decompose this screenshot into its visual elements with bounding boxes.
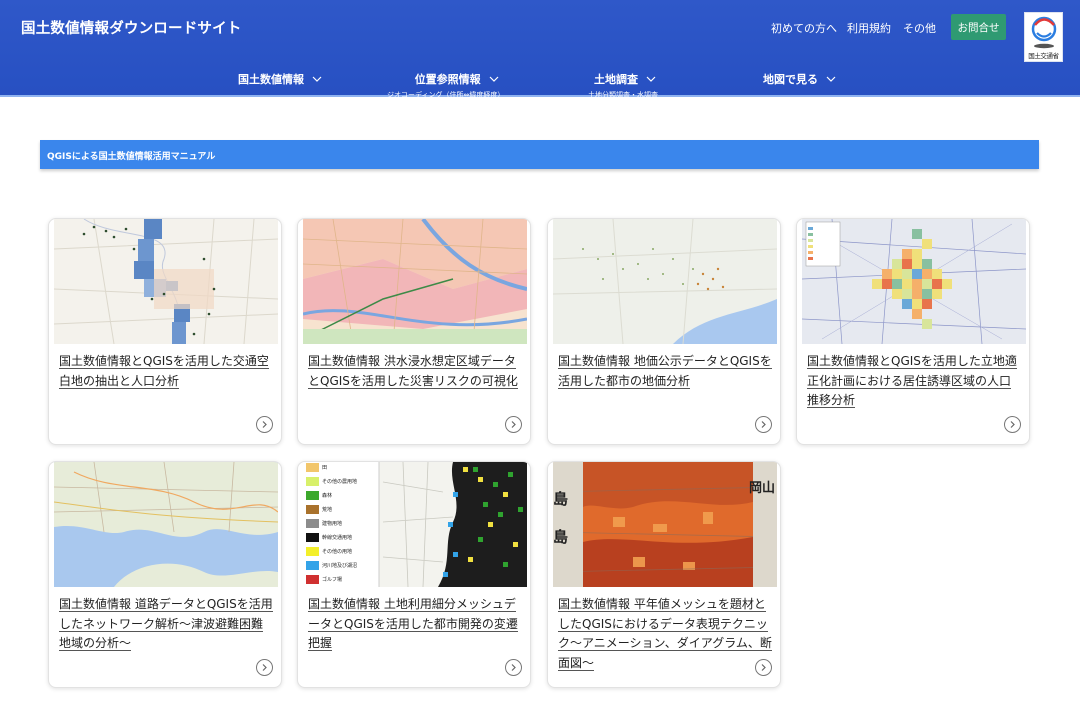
legend-label: 荒地 [322, 506, 332, 513]
section-title: QGISによる国土数値情報活用マニュアル [47, 152, 216, 162]
top-link-beginners[interactable]: 初めての方へ [771, 20, 837, 36]
contact-button[interactable]: お問合せ [951, 14, 1006, 40]
manual-card-2[interactable]: 国土数値情報 洪水浸水想定区域データとQGISを活用した災害リスクの可視化 [297, 218, 531, 445]
chevron-right-circle-icon[interactable] [755, 659, 772, 676]
chevron-right-circle-icon[interactable] [505, 416, 522, 433]
card-title-text[interactable]: 国土数値情報 平年値メッシュを題材としたQGISにおけるデータ表現テクニック〜ア… [558, 597, 772, 671]
card-title-text[interactable]: 国土数値情報 道路データとQGISを活用したネットワーク解析〜津波避難困難地域の… [59, 597, 273, 651]
chevron-down-icon [826, 76, 836, 82]
site-header: 国土数値情報ダウンロードサイト 初めての方へ 利用規約 その他 お問合せ 国土交… [0, 0, 1080, 100]
card-thumbnail-map [54, 219, 278, 344]
nav-kokudo-suuchi[interactable]: 国土数値情報 [238, 68, 322, 87]
legend-label: 幹線交通用地 [322, 534, 352, 541]
legend-label: その他の農用地 [322, 478, 357, 485]
manual-card-1[interactable]: 国土数値情報とQGISを活用した交通空白地の抽出と人口分析 [48, 218, 282, 445]
chevron-right-circle-icon[interactable] [755, 416, 772, 433]
card-thumbnail-map [54, 462, 278, 587]
card-thumbnail-map: 田 その他の農用地 森林 荒地 建物用地 幹線交通用地 その他の用地 河川地及び… [303, 462, 527, 587]
card-title-text[interactable]: 国土数値情報とQGISを活用した立地適正化計画における居住誘導区域の人口推移分析 [807, 354, 1017, 408]
manual-card-3[interactable]: 国土数値情報 地価公示データとQGISを活用した都市の地価分析 [547, 218, 781, 445]
nav-sub: 土地分類調査・水調査 [588, 91, 658, 99]
manual-card-7[interactable]: 島 島 岡山 国土数値情報 平年値メッシュを題材としたQGISにおけるデータ表現… [547, 461, 781, 688]
card-thumbnail-map [303, 219, 527, 344]
card-title[interactable]: 国土数値情報 平年値メッシュを題材としたQGISにおけるデータ表現テクニック〜ア… [558, 595, 772, 673]
manual-card-4[interactable]: 国土数値情報とQGISを活用した立地適正化計画における居住誘導区域の人口推移分析 [796, 218, 1030, 445]
chevron-right-circle-icon[interactable] [505, 659, 522, 676]
card-title[interactable]: 国土数値情報とQGISを活用した立地適正化計画における居住誘導区域の人口推移分析 [807, 352, 1021, 411]
card-title[interactable]: 国土数値情報 洪水浸水想定区域データとQGISを活用した災害リスクの可視化 [308, 352, 522, 391]
nav-label: 位置参照情報 [414, 73, 481, 86]
top-link-terms[interactable]: 利用規約 [847, 20, 891, 36]
card-thumbnail-map [553, 219, 777, 344]
section-title-bar: QGISによる国土数値情報活用マニュアル [40, 140, 1039, 169]
card-title[interactable]: 国土数値情報 道路データとQGISを活用したネットワーク解析〜津波避難困難地域の… [59, 595, 273, 654]
card-title-text[interactable]: 国土数値情報 地価公示データとQGISを活用した都市の地価分析 [558, 354, 772, 389]
map-place-label: 島 [553, 528, 568, 546]
card-title[interactable]: 国土数値情報 地価公示データとQGISを活用した都市の地価分析 [558, 352, 772, 391]
legend-label: ゴルフ場 [322, 576, 342, 583]
nav-tochi-chosa[interactable]: 土地調査 土地分類調査・水調査 [588, 68, 658, 100]
map-place-label: 岡山 [749, 480, 775, 496]
chevron-down-icon [312, 76, 322, 82]
card-title-text[interactable]: 国土数値情報 土地利用細分メッシュデータとQGISを活用した都市開発の変遷把握 [308, 597, 518, 651]
nav-label: 地図で見る [763, 73, 818, 86]
mlit-logo-text: 国土交通省 [1028, 52, 1059, 60]
card-title-text[interactable]: 国土数値情報 洪水浸水想定区域データとQGISを活用した災害リスクの可視化 [308, 354, 518, 389]
site-title[interactable]: 国土数値情報ダウンロードサイト [21, 17, 242, 38]
mlit-logo[interactable]: 国土交通省 [1024, 12, 1063, 62]
card-title[interactable]: 国土数値情報とQGISを活用した交通空白地の抽出と人口分析 [59, 352, 273, 391]
nav-chizu-de-miru[interactable]: 地図で見る [763, 68, 836, 87]
legend-label: その他の用地 [322, 548, 352, 555]
legend-label: 河川地及び湖沼 [322, 562, 357, 569]
legend-label: 建物用地 [322, 520, 342, 527]
manual-card-5[interactable]: 国土数値情報 道路データとQGISを活用したネットワーク解析〜津波避難困難地域の… [48, 461, 282, 688]
nav-label: 土地調査 [594, 73, 638, 86]
chevron-right-circle-icon[interactable] [256, 416, 273, 433]
chevron-down-icon [646, 76, 656, 82]
card-thumbnail-map: 島 島 岡山 [553, 462, 777, 587]
mlit-emblem-icon [1031, 16, 1057, 49]
nav-sub: ジオコーディング（住所⇔緯度経度） [387, 91, 505, 99]
card-thumbnail-map [802, 219, 1026, 344]
legend-label: 田 [322, 465, 327, 471]
chevron-down-icon [489, 76, 499, 82]
card-title-text[interactable]: 国土数値情報とQGISを活用した交通空白地の抽出と人口分析 [59, 354, 269, 389]
map-place-label: 島 [553, 490, 568, 508]
card-title[interactable]: 国土数値情報 土地利用細分メッシュデータとQGISを活用した都市開発の変遷把握 [308, 595, 522, 654]
top-link-other[interactable]: その他 [903, 20, 936, 36]
chevron-right-circle-icon[interactable] [1004, 416, 1021, 433]
nav-ichi-sansho[interactable]: 位置参照情報 ジオコーディング（住所⇔緯度経度） [387, 68, 504, 100]
chevron-right-circle-icon[interactable] [256, 659, 273, 676]
manual-card-6[interactable]: 田 その他の農用地 森林 荒地 建物用地 幹線交通用地 その他の用地 河川地及び… [297, 461, 531, 688]
nav-label: 国土数値情報 [238, 73, 304, 86]
legend-label: 森林 [322, 492, 332, 499]
